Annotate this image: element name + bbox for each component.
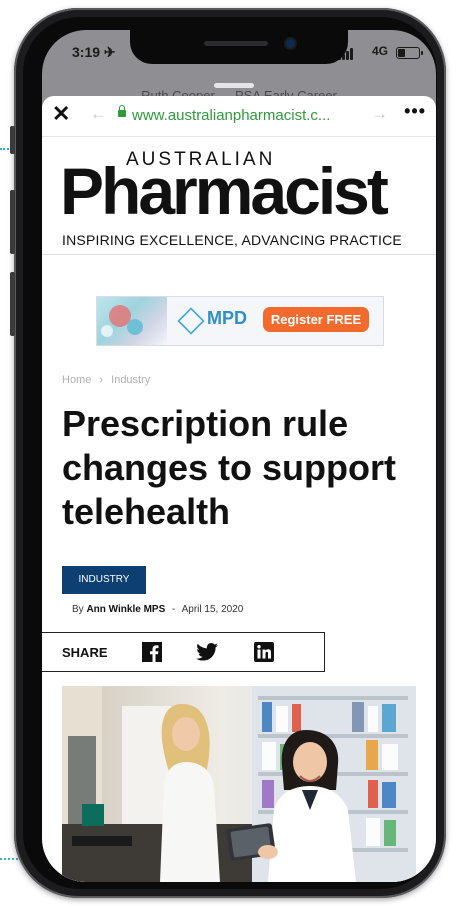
article-date: April 15, 2020 xyxy=(181,604,244,615)
byline-dash: - xyxy=(172,604,176,615)
article-hero-image[interactable] xyxy=(62,686,416,882)
sheet-grabber[interactable] xyxy=(214,83,254,88)
status-time: 3:19 ✈ xyxy=(72,44,116,60)
banner-decoration xyxy=(127,319,143,335)
phone-side-button xyxy=(10,190,15,254)
phone-screen: 3:19 ✈ 4G Ruth Cooper — PSA Early Career… xyxy=(42,30,436,882)
linkedin-icon[interactable] xyxy=(254,642,274,662)
more-menu-button[interactable]: ••• xyxy=(404,101,426,122)
author-link[interactable]: Ann Winkle MPS xyxy=(86,604,165,615)
close-button[interactable]: ✕ xyxy=(52,101,70,127)
category-badge[interactable]: INDUSTRY xyxy=(62,566,146,594)
pharmacy-photo-illustration xyxy=(62,686,416,882)
breadcrumb-separator: › xyxy=(99,374,104,386)
phone-side-button xyxy=(10,272,15,336)
breadcrumb-section[interactable]: Industry xyxy=(111,374,150,386)
facebook-icon[interactable] xyxy=(142,642,162,662)
breadcrumb-home[interactable]: Home xyxy=(62,374,91,386)
ad-logo-text: MPD xyxy=(207,308,247,328)
twitter-icon[interactable] xyxy=(196,643,218,661)
share-bar: SHARE xyxy=(42,632,325,672)
breadcrumb: Home › Industry xyxy=(62,374,150,386)
brand-tagline: INSPIRING EXCELLENCE, ADVANCING PRACTICE xyxy=(62,232,402,248)
browser-sheet: ✕ ← www.australianpharmacist.c... → ••• … xyxy=(42,96,436,882)
forward-arrow-icon[interactable]: → xyxy=(371,104,388,124)
battery-icon xyxy=(396,47,423,59)
url-bar: ✕ ← www.australianpharmacist.c... → ••• xyxy=(42,96,436,137)
share-label: SHARE xyxy=(62,645,108,660)
article-byline: By Ann Winkle MPS - April 15, 2020 xyxy=(72,604,243,615)
byline-prefix: By xyxy=(72,604,84,615)
speaker-grille xyxy=(204,41,268,46)
network-label: 4G xyxy=(371,44,388,58)
lock-icon xyxy=(118,105,126,117)
banner-decoration xyxy=(101,325,113,337)
decorative-dotted-line xyxy=(0,858,18,860)
banner-artwork xyxy=(97,297,167,345)
article-title: Prescription rule changes to support tel… xyxy=(62,403,397,532)
url-text[interactable]: www.australianpharmacist.c... xyxy=(132,107,330,124)
camera-icon xyxy=(286,39,295,48)
phone-notch xyxy=(130,30,348,64)
phone-side-button xyxy=(10,126,15,154)
register-button[interactable]: Register FREE xyxy=(263,307,369,332)
mpd-logo-icon xyxy=(177,307,205,335)
brand-logo-text: Pharmacist xyxy=(60,154,389,228)
site-masthead[interactable]: AUSTRALIAN Pharmacist INSPIRING EXCELLEN… xyxy=(42,136,436,255)
advertisement-banner[interactable]: MPD Register FREE xyxy=(96,296,384,346)
back-arrow-icon[interactable]: ← xyxy=(90,104,107,124)
